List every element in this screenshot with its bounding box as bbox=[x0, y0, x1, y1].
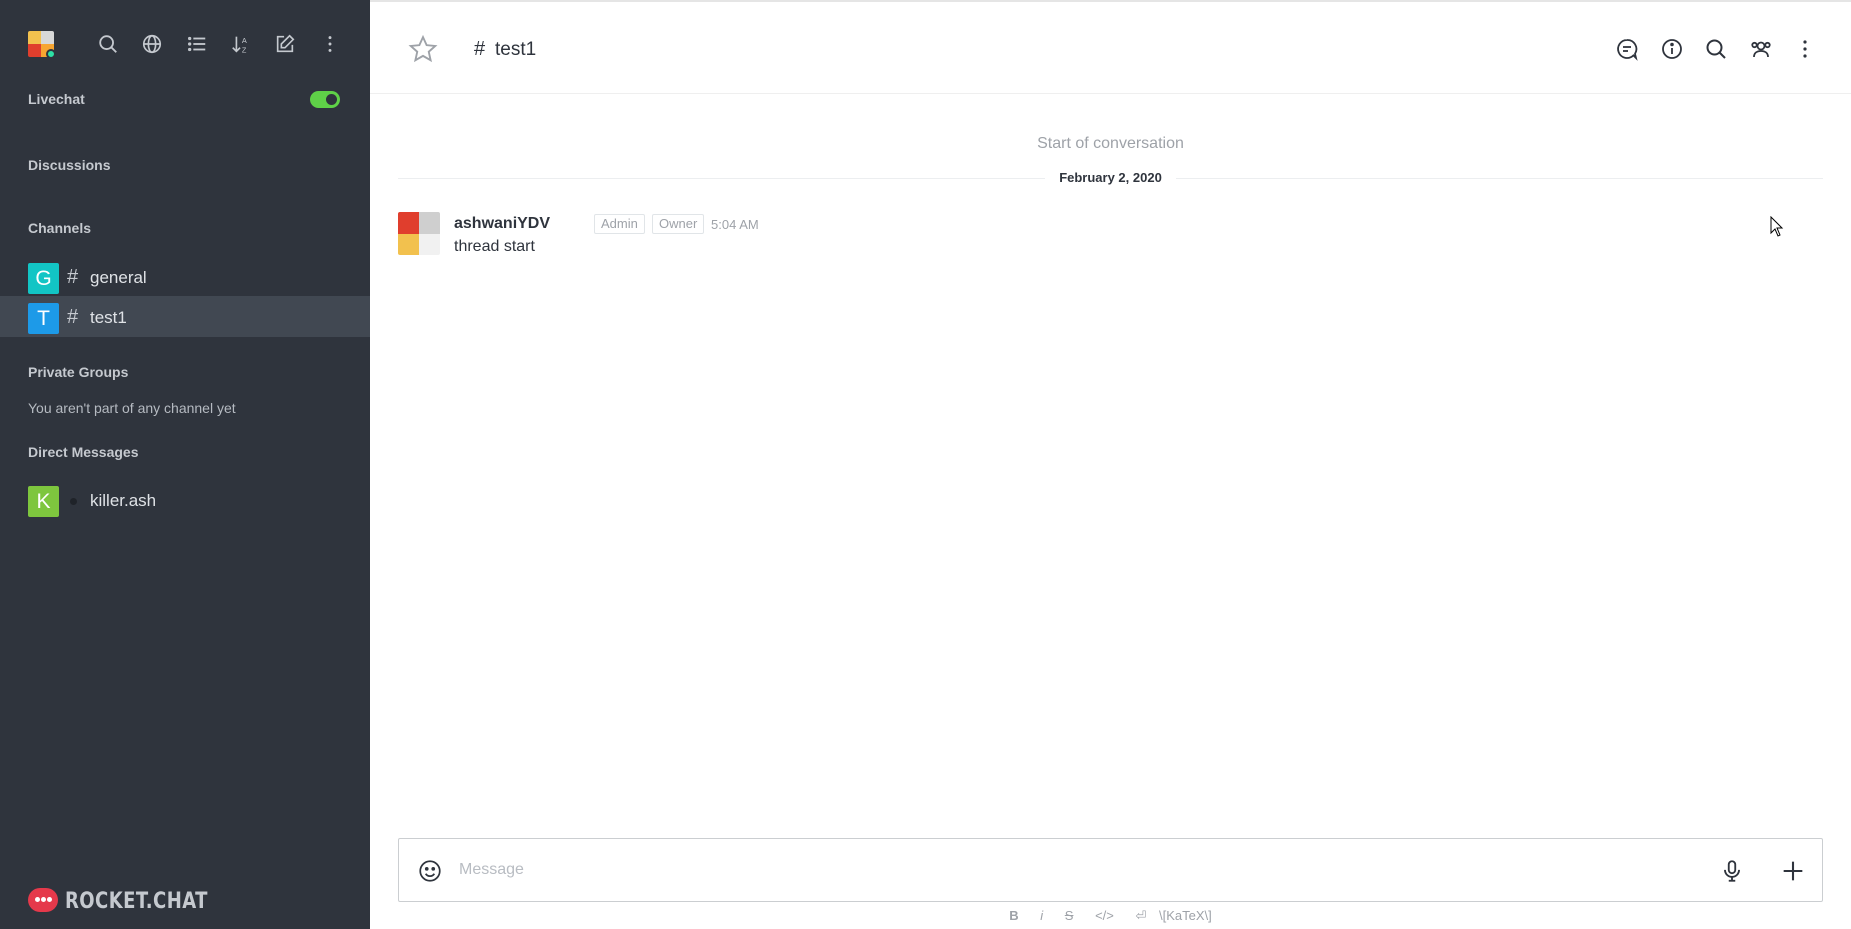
format-multiline-button[interactable]: ⏎ bbox=[1135, 908, 1146, 924]
message-timestamp: 5:04 AM bbox=[711, 217, 759, 232]
hash-icon: # bbox=[67, 266, 79, 288]
brand-text: ROCKET.CHAT bbox=[65, 889, 208, 914]
online-status-dot bbox=[46, 49, 56, 59]
format-katex-button[interactable]: \[KaTeX\] bbox=[1159, 908, 1212, 923]
role-badge-owner: Owner bbox=[652, 214, 705, 234]
private-groups-label: Private Groups bbox=[28, 364, 129, 380]
format-italic-button[interactable]: i bbox=[1040, 908, 1043, 923]
livechat-label: Livechat bbox=[28, 91, 85, 107]
date-label: February 2, 2020 bbox=[370, 170, 1851, 185]
search-messages-icon[interactable] bbox=[1704, 37, 1728, 61]
svg-text:Z: Z bbox=[242, 45, 247, 54]
start-of-conversation: Start of conversation bbox=[1037, 135, 1184, 152]
private-groups-empty-note: You aren't part of any channel yet bbox=[28, 400, 236, 416]
sidebar-item-label: test1 bbox=[90, 308, 127, 327]
message-composer bbox=[398, 838, 1823, 902]
members-icon[interactable] bbox=[1749, 37, 1773, 61]
threads-icon[interactable] bbox=[1615, 37, 1639, 61]
user-avatar: K bbox=[28, 486, 59, 517]
discussions-label[interactable]: Discussions bbox=[28, 157, 110, 173]
room-title: test1 bbox=[495, 39, 537, 60]
rocket-logo-icon bbox=[28, 888, 58, 912]
hash-icon: # bbox=[67, 306, 79, 328]
sidebar-item-general[interactable]: G # general bbox=[0, 256, 370, 297]
formatting-toolbar: B i S </> ⏎ \[KaTeX\] bbox=[370, 908, 1851, 926]
directory-globe-icon[interactable] bbox=[141, 33, 163, 55]
kebab-menu-icon[interactable] bbox=[319, 33, 341, 55]
mouse-cursor-icon bbox=[1770, 215, 1784, 238]
create-new-icon[interactable] bbox=[274, 33, 296, 55]
livechat-toggle[interactable] bbox=[310, 91, 340, 108]
room-header: # test1 bbox=[370, 2, 1851, 94]
message-body: thread start bbox=[454, 238, 535, 255]
room-avatar: G bbox=[28, 263, 59, 294]
sidebar-item-killer-ash[interactable]: K killer.ash bbox=[0, 479, 370, 520]
format-code-button[interactable]: </> bbox=[1095, 908, 1114, 923]
sidebar: AZ Livechat Discussions Channels G # gen… bbox=[0, 0, 370, 929]
plus-icon[interactable] bbox=[1779, 857, 1807, 885]
message[interactable]: ashwaniYDV Admin Owner 5:04 AM thread st… bbox=[398, 212, 1823, 262]
favorite-star-icon[interactable] bbox=[408, 34, 438, 64]
microphone-icon[interactable] bbox=[1719, 857, 1745, 885]
room-hash-icon: # bbox=[474, 38, 486, 60]
search-icon[interactable] bbox=[97, 33, 119, 55]
message-input[interactable] bbox=[459, 851, 1709, 889]
role-badge-admin: Admin bbox=[594, 214, 645, 234]
room-avatar: T bbox=[28, 303, 59, 334]
offline-status-dot bbox=[70, 498, 77, 505]
kebab-menu-icon[interactable] bbox=[1793, 37, 1817, 61]
sidebar-item-label: general bbox=[90, 268, 147, 287]
message-username[interactable]: ashwaniYDV bbox=[454, 215, 550, 233]
view-mode-list-icon[interactable] bbox=[186, 33, 208, 55]
sidebar-header: AZ bbox=[0, 0, 370, 90]
channels-label: Channels bbox=[28, 220, 92, 236]
sort-icon[interactable]: AZ bbox=[230, 33, 252, 55]
sidebar-item-test1[interactable]: T # test1 bbox=[0, 296, 370, 337]
direct-messages-label: Direct Messages bbox=[28, 444, 139, 460]
sidebar-item-label: killer.ash bbox=[90, 491, 157, 510]
room-info-icon[interactable] bbox=[1660, 37, 1684, 61]
emoji-icon[interactable] bbox=[417, 858, 443, 884]
format-bold-button[interactable]: B bbox=[1009, 908, 1018, 923]
format-strike-button[interactable]: S bbox=[1065, 908, 1074, 923]
room-main: # test1 Start of conversation February 2… bbox=[370, 0, 1851, 929]
avatar[interactable] bbox=[398, 212, 440, 255]
svg-text:A: A bbox=[242, 36, 247, 45]
